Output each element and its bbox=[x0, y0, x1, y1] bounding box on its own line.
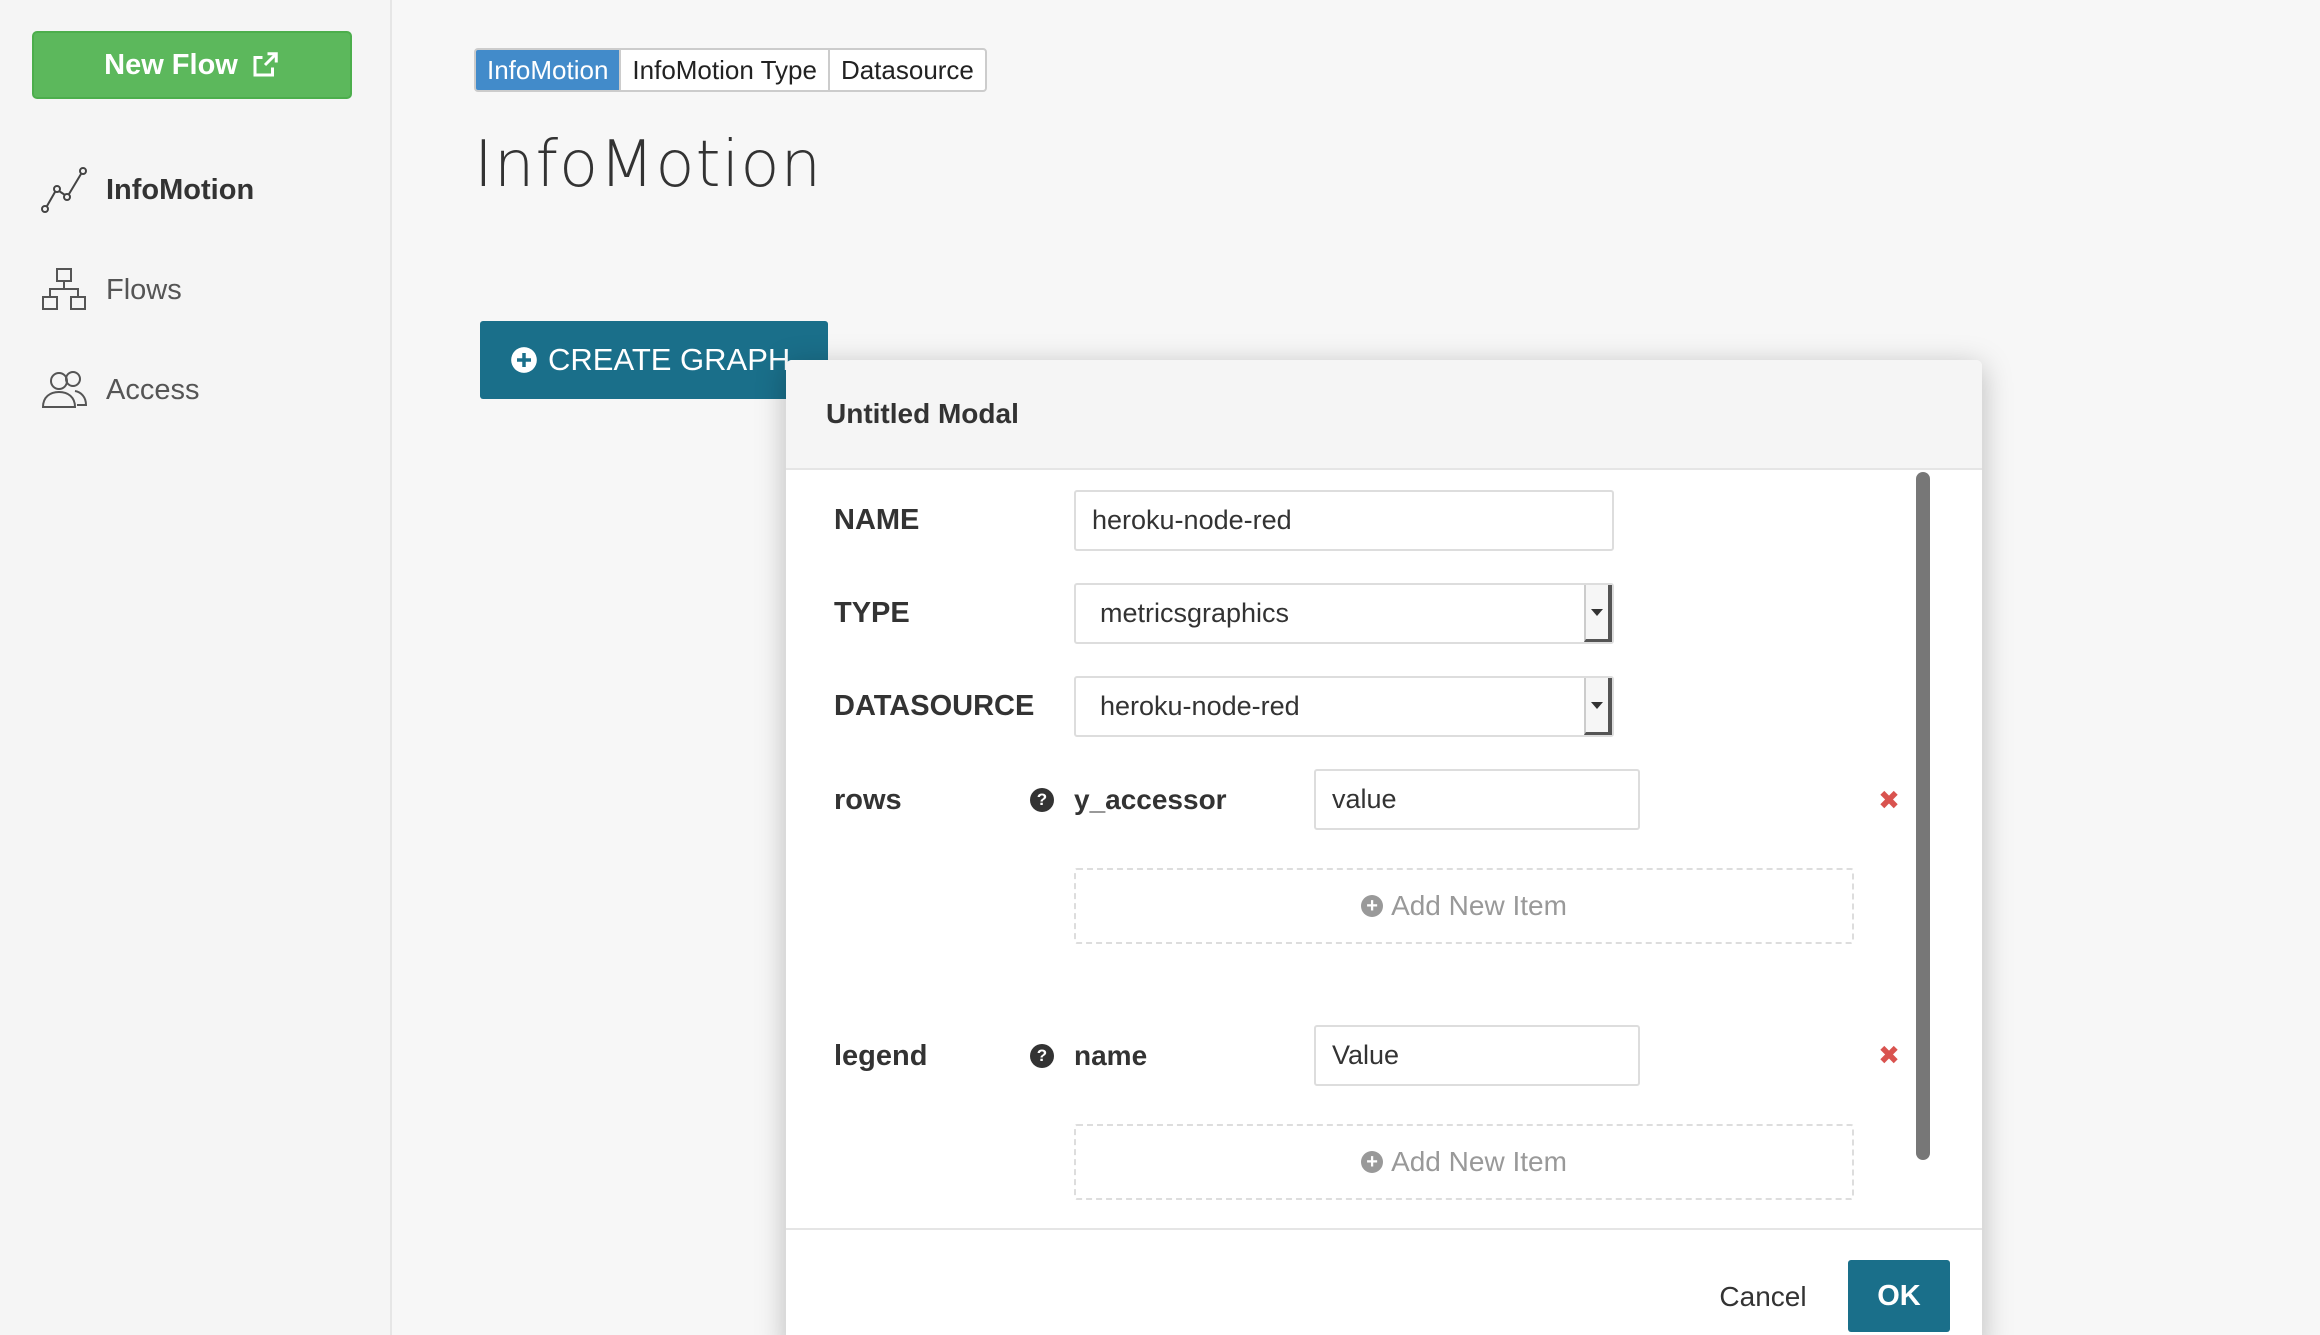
plus-circle-icon: + bbox=[1361, 895, 1384, 917]
type-select[interactable]: metricsgraphics bbox=[1074, 583, 1614, 644]
datasource-select[interactable]: heroku-node-red bbox=[1074, 676, 1614, 737]
type-label: TYPE bbox=[834, 596, 910, 629]
create-graph-label: CREATE GRAPH... bbox=[548, 342, 817, 377]
modal-header: Untitled Modal bbox=[786, 360, 1982, 470]
legend-value-input[interactable]: Value bbox=[1314, 1025, 1640, 1086]
datasource-select-value: heroku-node-red bbox=[1100, 691, 1300, 721]
modal-title: Untitled Modal bbox=[826, 398, 1019, 429]
remove-icon[interactable]: ✖ bbox=[1874, 785, 1904, 815]
chevron-down-icon bbox=[1584, 585, 1612, 642]
sidebar: New Flow InfoMotion Flows Access bbox=[0, 0, 392, 1335]
modal-footer: Cancel OK bbox=[786, 1228, 1982, 1335]
rows-label: rows bbox=[834, 783, 902, 816]
plus-circle-icon: + bbox=[1361, 1151, 1384, 1173]
type-select-value: metricsgraphics bbox=[1100, 598, 1290, 628]
flows-icon bbox=[38, 264, 90, 316]
sidebar-item-access[interactable]: Access bbox=[38, 360, 378, 420]
name-label: NAME bbox=[834, 503, 920, 536]
view-tabs: InfoMotion InfoMotion Type Datasource bbox=[474, 48, 987, 92]
cancel-button[interactable]: Cancel bbox=[1708, 1262, 1818, 1332]
sidebar-item-label: Access bbox=[106, 373, 200, 406]
sidebar-item-flows[interactable]: Flows bbox=[38, 260, 378, 320]
sidebar-item-infomotion[interactable]: InfoMotion bbox=[38, 160, 378, 220]
help-icon[interactable]: ? bbox=[1030, 1044, 1054, 1068]
create-graph-button[interactable]: CREATE GRAPH... bbox=[480, 321, 828, 399]
page-title: InfoMotion bbox=[474, 128, 823, 202]
rows-key-label: y_accessor bbox=[1074, 784, 1227, 815]
modal-dialog: Untitled Modal NAME heroku-node-red TYPE… bbox=[786, 360, 1982, 1335]
external-link-icon bbox=[253, 52, 278, 77]
remove-icon[interactable]: ✖ bbox=[1874, 1040, 1904, 1070]
legend-add-item-button[interactable]: + Add New Item bbox=[1074, 1124, 1854, 1200]
line-chart-icon bbox=[38, 164, 90, 216]
rows-add-item-button[interactable]: + Add New Item bbox=[1074, 868, 1854, 944]
sidebar-item-label: InfoMotion bbox=[106, 173, 255, 206]
legend-key-label: name bbox=[1074, 1040, 1148, 1071]
modal-body: NAME heroku-node-red TYPE metricsgraphic… bbox=[786, 470, 1982, 1200]
plus-circle-icon bbox=[511, 347, 537, 373]
add-item-label: Add New Item bbox=[1391, 1146, 1567, 1177]
users-icon bbox=[38, 364, 90, 416]
new-flow-label: New Flow bbox=[104, 48, 238, 81]
tab-infomotion[interactable]: InfoMotion bbox=[476, 50, 622, 90]
name-input[interactable]: heroku-node-red bbox=[1074, 490, 1614, 551]
chevron-down-icon bbox=[1584, 678, 1612, 735]
add-item-label: Add New Item bbox=[1391, 890, 1567, 921]
legend-label: legend bbox=[834, 1039, 928, 1072]
ok-button[interactable]: OK bbox=[1848, 1260, 1950, 1332]
help-icon[interactable]: ? bbox=[1030, 788, 1054, 812]
datasource-label: DATASOURCE bbox=[834, 689, 1035, 722]
modal-scrollbar[interactable] bbox=[1916, 472, 1930, 1160]
new-flow-button[interactable]: New Flow bbox=[32, 31, 352, 99]
sidebar-item-label: Flows bbox=[106, 273, 182, 306]
tab-infomotion-type[interactable]: InfoMotion Type bbox=[621, 50, 830, 90]
tab-datasource[interactable]: Datasource bbox=[830, 50, 985, 90]
rows-value-input[interactable]: value bbox=[1314, 769, 1640, 830]
